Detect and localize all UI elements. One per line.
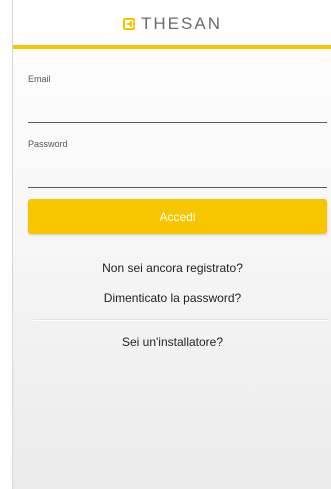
divider xyxy=(33,320,328,321)
password-label: Password xyxy=(28,139,68,149)
login-button[interactable]: Accedi xyxy=(28,199,327,234)
brand-logo: THESAN xyxy=(123,14,222,34)
email-field[interactable] xyxy=(28,100,327,123)
email-label: Email xyxy=(28,74,51,84)
password-field[interactable] xyxy=(28,165,327,188)
installer-link[interactable]: Sei un'installatore? xyxy=(13,335,331,349)
brand-name: THESAN xyxy=(141,13,222,33)
register-link[interactable]: Non sei ancora registrato? xyxy=(13,261,331,275)
forgot-password-link[interactable]: Dimenticato la password? xyxy=(13,291,331,305)
login-screen: THESAN Email Password Accedi Non sei anc… xyxy=(12,0,331,489)
app-header: THESAN xyxy=(13,0,331,49)
thesan-logo-icon xyxy=(123,17,136,30)
